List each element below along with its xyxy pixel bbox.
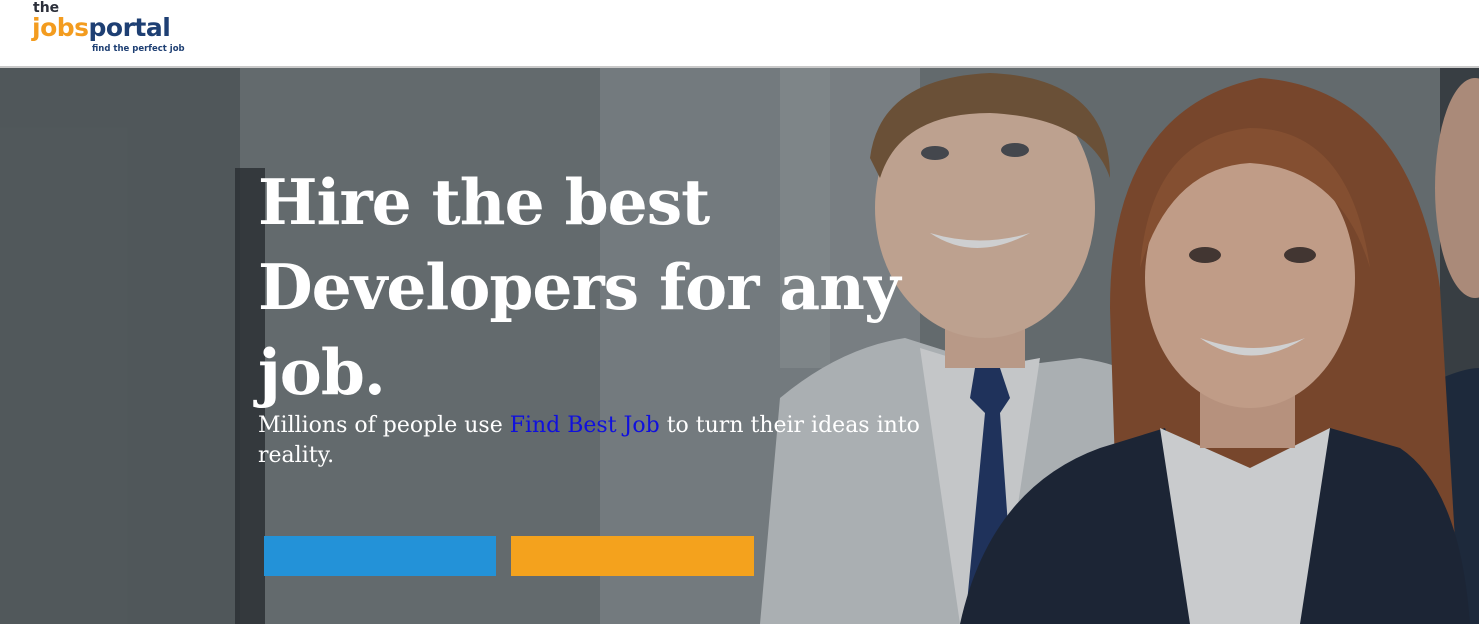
find-best-job-link[interactable]: Find Best Job	[510, 413, 660, 438]
hero-subtitle: Millions of people use Find Best Job to …	[258, 411, 938, 471]
site-header: the jobsportal find the perfect job	[0, 0, 1479, 68]
jobsportal-logo[interactable]: the jobsportal find the perfect job	[32, 0, 185, 60]
logo-jobs-text: jobs	[32, 13, 89, 42]
hero-headline: Hire the best Developers for any job.	[258, 165, 901, 409]
logo-wordmark: jobsportal	[32, 12, 171, 44]
logo-portal-text: portal	[88, 13, 171, 42]
logo-tagline: find the perfect job	[92, 44, 185, 54]
hero-subtitle-lead: Millions of people use	[258, 413, 510, 438]
primary-cta-button[interactable]	[264, 536, 496, 576]
secondary-cta-button[interactable]	[511, 536, 754, 576]
